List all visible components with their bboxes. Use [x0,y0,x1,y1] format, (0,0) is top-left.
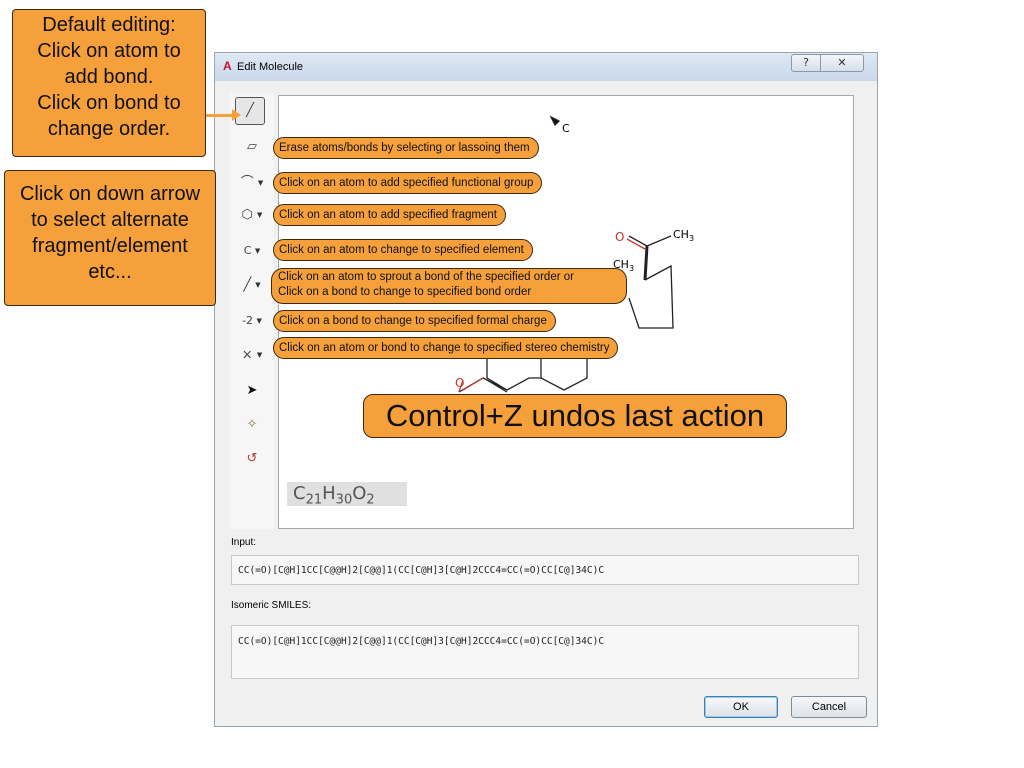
element-label: C [243,244,252,257]
functional-group-tool-button[interactable]: ⌒ ▼ [230,169,274,197]
wedge-bond [643,245,649,281]
ring-c [540,358,588,391]
bond-icon: ╱ [243,277,252,293]
input-label: Input: [231,537,257,548]
callout-line: fragment/element [32,235,188,257]
callout-line: Click on atom to [37,40,181,62]
formula-o: O [352,483,367,504]
bond-tool-button[interactable]: ╱ ▼ [230,271,274,299]
undo-callout: Control+Z undos last action [363,394,787,438]
callout-arrowhead [232,109,241,121]
atom-label-sub: 3 [628,264,635,274]
functional-group-icon: ⌒ [240,175,254,191]
isomeric-smiles-label: Isomeric SMILES: [231,600,312,611]
formula-c: C [293,483,306,504]
atom-label-ch: CH [673,228,689,241]
wedge-mark [549,115,561,127]
tool-palette: ╱ ▱ ⌒ ▼ ⬡ ▼ C ▼ ╱ ▼ -2 ▼ ⨯ ▼ ➤ ✧ ↺ [230,93,274,529]
chevron-down-icon[interactable]: ▼ [257,351,262,359]
down-arrow-callout: Click on down arrow to select alternate … [4,170,216,306]
isomeric-smiles-field[interactable]: CC(=O)[C@H]1CC[C@@H]2[C@@]1(CC[C@H]3[C@H… [231,625,859,679]
formula-c-count: 21 [305,492,323,508]
eraser-tool-button[interactable]: ▱ [230,133,274,161]
chevron-down-icon[interactable]: ▼ [257,211,262,219]
callout-line: Click on an atom to sprout a bond of the… [278,271,574,283]
select-tool-button[interactable]: ➤ [230,377,274,405]
stereo-icon: ⨯ [241,347,253,363]
molecular-formula: C21H30O2 [287,482,407,508]
atom-label-o-enone: O [455,376,465,390]
undo-tool-button[interactable]: ↺ [230,445,274,473]
callout-line: to select alternate [31,209,189,231]
ok-button[interactable]: OK [704,696,778,718]
undo-icon: ↺ [246,451,258,466]
chevron-down-icon[interactable]: ▼ [255,281,260,289]
formula-o-count: 2 [366,492,375,508]
window-title: Edit Molecule [237,61,304,73]
callout-line: change order. [47,118,171,140]
app-logo-icon: A [223,59,232,73]
callout-line: Click on down arrow [19,183,201,205]
close-button[interactable]: ✕ [820,54,864,72]
charge-callout: Click on a bond to change to specified f… [273,310,556,332]
formula-h: H [322,483,336,504]
select-arrow-icon: ➤ [246,383,258,398]
ring-d [628,264,674,329]
cancel-button[interactable]: Cancel [791,696,867,718]
formula-h-count: 30 [335,492,353,508]
bond [486,379,508,393]
clean-tool-button[interactable]: ✧ [230,411,274,439]
callout-line: Click on a bond to change to specified b… [278,286,532,298]
fragment-callout: Click on an atom to add specified fragme… [273,204,506,226]
element-callout: Click on an atom to change to specified … [273,239,533,261]
chevron-down-icon[interactable]: ▼ [258,179,263,187]
functional-group-callout: Click on an atom to add specified functi… [273,172,543,194]
bond [646,235,672,247]
charge-label: -2 [242,314,254,327]
pencil-icon: ╱ [246,103,254,118]
enone-bond [462,377,484,391]
chevron-down-icon[interactable]: ▼ [255,247,260,255]
help-button[interactable]: ? [791,54,821,72]
clean-icon: ✧ [246,417,258,432]
smiles-input-field[interactable]: CC(=O)[C@H]1CC[C@@H]2[C@@]1(CC[C@H]3[C@H… [231,555,859,585]
eraser-icon: ▱ [247,139,257,154]
element-tool-button[interactable]: C ▼ [230,237,274,265]
callout-line: etc... [88,261,132,283]
charge-tool-button[interactable]: -2 ▼ [230,307,274,335]
atom-label-o: O [615,230,625,244]
bond-callout: Click on an atom to sprout a bond of the… [271,268,627,304]
fragment-tool-button[interactable]: ⬡ ▼ [230,201,274,229]
title-bar[interactable]: A Edit Molecule ? ✕ [215,53,877,81]
atom-label-c: C [562,122,570,135]
callout-line: Default editing: [42,14,176,36]
eraser-callout: Erase atoms/bonds by selecting or lassoi… [273,137,539,159]
stereo-tool-button[interactable]: ⨯ ▼ [230,341,274,369]
chevron-down-icon[interactable]: ▼ [257,317,262,325]
stereo-callout: Click on an atom or bond to change to sp… [273,337,619,359]
callout-line: Click on bond to [37,92,181,114]
atom-label-sub: 3 [688,234,695,244]
default-editing-callout: Default editing: Click on atom to add bo… [12,9,206,157]
callout-line: add bond. [64,66,154,88]
fragment-icon: ⬡ [241,207,253,223]
atom-label-ch3: CH3 [673,228,694,243]
